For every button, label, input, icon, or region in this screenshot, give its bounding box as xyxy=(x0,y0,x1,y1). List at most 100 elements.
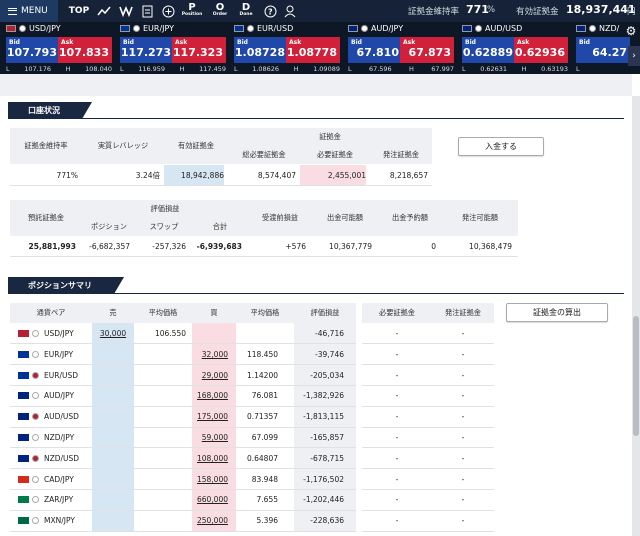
bid-button[interactable]: Bid 117.273 xyxy=(120,37,174,63)
currency-flag-icon xyxy=(18,434,29,441)
plus-icon[interactable] xyxy=(160,3,176,19)
pl-group-header: 評価損益 xyxy=(82,200,248,218)
order-margin-value: - xyxy=(461,433,465,442)
currency-flag-icon xyxy=(32,330,39,337)
done-icon[interactable]: D Done xyxy=(236,2,256,19)
required-margin-value: - xyxy=(395,453,399,463)
currency-flag-icon xyxy=(18,454,29,462)
profit-loss-value: -1,202,446 xyxy=(303,495,344,505)
bid-button[interactable]: Bid 107.793 xyxy=(6,37,60,63)
currency-flag-icon xyxy=(361,25,368,32)
currency-flag-icon xyxy=(462,25,472,32)
order-margin-value: - xyxy=(461,516,465,526)
indicator-icon[interactable] xyxy=(118,3,134,19)
row-divider xyxy=(10,530,356,532)
order-icon[interactable]: O Order xyxy=(208,2,232,19)
order-margin-value: - xyxy=(461,391,465,401)
summary-header: 平均価格 xyxy=(134,303,192,323)
high-label: H xyxy=(293,65,299,73)
ticker-next-arrow[interactable]: › xyxy=(628,46,640,66)
ticker-panel[interactable]: EUR/JPY Bid 117.273 Ask 117.323 L 116.959 H 117.… xyxy=(116,22,230,74)
account-header: 受渡前損益 xyxy=(248,200,312,236)
margin-group-header: 証拠金 xyxy=(228,128,432,146)
profit-loss-value: -39,746 xyxy=(315,349,344,359)
vertical-scrollbar[interactable] xyxy=(632,96,640,536)
margin-ratio-header: 証拠金維持率 xyxy=(10,128,82,164)
buy-quantity-link[interactable]: 250,000 xyxy=(192,510,228,531)
currency-flag-icon xyxy=(18,517,29,525)
ticker-panel[interactable]: AUD/JPY Bid 67.810 Ask 67.873 L 67.596 H 67.997 xyxy=(344,22,458,74)
buy-quantity-link[interactable]: 32,000 xyxy=(192,344,228,365)
bid-button[interactable]: Bid 64.27 xyxy=(576,37,630,63)
buy-average-price: 83.948 xyxy=(251,474,278,484)
bid-button[interactable]: Bid 0.62889 xyxy=(462,37,516,63)
margin-calc-button[interactable]: 証拠金の算出 xyxy=(506,303,608,322)
help-icon[interactable]: ? xyxy=(262,3,278,19)
buy-quantity-link[interactable]: 29,000 xyxy=(192,365,228,386)
ask-button[interactable]: Ask 1.08778 xyxy=(286,37,340,63)
order-margin-value: - xyxy=(461,329,465,338)
low-high-row: L xyxy=(576,65,640,73)
currency-flag-icon xyxy=(6,25,16,32)
settings-gear-icon[interactable]: ⚙ xyxy=(624,24,638,38)
buy-average-price xyxy=(236,323,278,344)
account-section-header: 口座状況 xyxy=(8,102,624,119)
currency-flag-icon xyxy=(18,350,29,358)
pair-name-row: EUR/USD xyxy=(234,24,293,33)
ticker-panel[interactable]: AUD/USD Bid 0.62889 Ask 0.62936 L 0.62631 H 0.63… xyxy=(458,22,572,74)
sell-quantity-link xyxy=(92,365,134,386)
ask-button[interactable]: Ask 0.62936 xyxy=(514,37,568,63)
ask-label: Ask xyxy=(175,39,188,46)
top-button[interactable]: TOP xyxy=(66,3,92,19)
summary-section-title: ポジションサマリ xyxy=(8,277,124,294)
buy-quantity-link[interactable]: 660,000 xyxy=(192,489,228,510)
bid-button[interactable]: Bid 1.08728 xyxy=(234,37,288,63)
scrollbar-thumb[interactable] xyxy=(633,316,639,436)
bid-button[interactable]: Bid 67.810 xyxy=(348,37,402,63)
currency-flag-icon xyxy=(475,25,482,32)
high-value: 67.997 xyxy=(431,65,454,73)
currency-flag-icon xyxy=(247,25,254,32)
ask-button[interactable]: Ask 107.833 xyxy=(58,37,112,63)
account-value: 771% xyxy=(56,170,78,180)
required-margin-value: - xyxy=(395,495,399,505)
position-icon[interactable]: P Position xyxy=(180,2,204,19)
summary-header: 売 xyxy=(92,303,134,323)
currency-flag-icon xyxy=(589,25,596,32)
buy-quantity-link[interactable]: 168,000 xyxy=(192,385,228,406)
effective-margin-unit: 円 xyxy=(627,7,636,17)
currency-flag-icon xyxy=(18,371,29,379)
low-value: 107.176 xyxy=(24,65,52,73)
high-label: H xyxy=(179,65,185,73)
margin-subheader: 発注証拠金 xyxy=(370,146,432,164)
buy-quantity-link[interactable]: 158,000 xyxy=(192,469,228,490)
document-icon[interactable] xyxy=(140,3,154,19)
account-value: 18,942,886 xyxy=(164,165,224,185)
buy-average-price: 7.655 xyxy=(256,495,278,505)
buy-quantity-link[interactable]: 59,000 xyxy=(192,427,228,448)
currency-flag-icon xyxy=(32,454,39,462)
buy-quantity-link[interactable]: 108,000 xyxy=(192,448,228,469)
chart-icon[interactable] xyxy=(96,3,112,19)
ticker-panel[interactable]: EUR/USD Bid 1.08728 Ask 1.08778 L 1.08626 H 1.09… xyxy=(230,22,344,74)
high-value: 0.63193 xyxy=(541,65,568,73)
menu-button[interactable]: MENU xyxy=(0,0,58,22)
low-label: L xyxy=(120,65,124,73)
bid-label: Bid xyxy=(465,39,476,46)
buy-average-price: 5.396 xyxy=(256,516,278,526)
ask-button[interactable]: Ask 67.873 xyxy=(400,37,454,63)
profit-loss-value: -165,857 xyxy=(310,433,344,442)
user-icon[interactable] xyxy=(282,3,298,19)
row-divider xyxy=(10,256,518,257)
ask-price: 1.08778 xyxy=(286,46,337,59)
ticker-panel[interactable]: USD/JPY Bid 107.793 Ask 107.833 L 107.176 H 108.… xyxy=(2,22,116,74)
profit-loss-value: -205,034 xyxy=(310,370,344,380)
sell-quantity-link[interactable]: 30,000 xyxy=(92,323,134,344)
ask-button[interactable]: Ask 117.323 xyxy=(172,37,226,63)
deposit-button[interactable]: 入金する xyxy=(458,137,544,156)
low-label: L xyxy=(462,65,466,73)
buy-quantity-link[interactable]: 175,000 xyxy=(192,406,228,427)
currency-flag-icon xyxy=(18,330,29,337)
summary-header: 平均価格 xyxy=(236,303,294,323)
currency-flag-icon xyxy=(234,25,244,32)
